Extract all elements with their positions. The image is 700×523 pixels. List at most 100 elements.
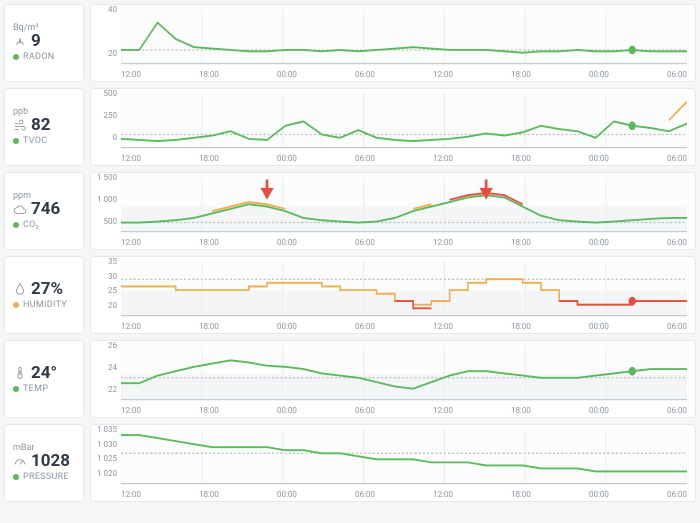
x-axis: 12:0018:0000:0006:0012:0018:0000:0006:00 bbox=[121, 322, 687, 331]
status-dot bbox=[13, 302, 19, 308]
y-tick: 20 bbox=[93, 301, 117, 310]
x-tick: 00:00 bbox=[589, 406, 609, 415]
x-tick: 00:00 bbox=[277, 154, 297, 163]
x-tick: 00:00 bbox=[589, 154, 609, 163]
metric-label: TVOC bbox=[23, 136, 47, 146]
x-tick: 12:00 bbox=[433, 406, 453, 415]
status-dot bbox=[13, 138, 19, 144]
metric-radon[interactable]: Bq/m³9 RADON bbox=[4, 4, 84, 82]
x-tick: 12:00 bbox=[121, 322, 141, 331]
x-tick: 06:00 bbox=[355, 490, 375, 499]
y-tick: 500 bbox=[93, 217, 117, 226]
x-tick: 06:00 bbox=[667, 154, 687, 163]
x-tick: 18:00 bbox=[199, 490, 219, 499]
row-humidity: 27% HUMIDITY 35 30 25 20 12:00 18:00 00:00 06:00 1… bbox=[4, 256, 696, 334]
x-axis: 12:0018:0000:0006:0012:0018:0000:0006:00 bbox=[121, 406, 687, 415]
x-axis: 12:0018:0000:0006:0012:0018:0000:0006:00 bbox=[121, 238, 687, 247]
y-tick: 24 bbox=[93, 363, 117, 372]
x-axis: 12:0018:0000:0006:0012:0018:0000:0006:00 bbox=[121, 70, 687, 79]
chart-radon[interactable]: 402012:0018:0000:0006:0012:0018:0000:000… bbox=[90, 4, 696, 82]
y-tick: 1 000 bbox=[93, 195, 117, 204]
x-tick: 06:00 bbox=[355, 322, 375, 331]
x-tick: 18:00 bbox=[199, 70, 219, 79]
y-tick: 20 bbox=[93, 49, 117, 58]
row-radon: Bq/m³9RADON402012:0018:0000:0006:0012:00… bbox=[4, 4, 696, 82]
row-tvoc: ppb82TVOC500250012:0018:0000:0006:0012:0… bbox=[4, 88, 696, 166]
cloud-icon bbox=[13, 203, 27, 217]
status-dot bbox=[13, 474, 19, 480]
row-pressure: mBar1028PRESSURE 1 035 1 030 1 025 1 020 12:0… bbox=[4, 424, 696, 502]
x-tick: 18:00 bbox=[199, 238, 219, 247]
x-tick: 00:00 bbox=[277, 238, 297, 247]
x-tick: 06:00 bbox=[667, 322, 687, 331]
x-tick: 06:00 bbox=[355, 406, 375, 415]
x-tick: 06:00 bbox=[355, 70, 375, 79]
x-tick: 12:00 bbox=[121, 490, 141, 499]
x-tick: 18:00 bbox=[511, 406, 531, 415]
metric-humidity[interactable]: 27% HUMIDITY bbox=[4, 256, 84, 334]
x-tick: 12:00 bbox=[121, 154, 141, 163]
y-tick: 500 bbox=[93, 89, 117, 98]
drop-icon bbox=[13, 282, 27, 296]
x-tick: 00:00 bbox=[277, 322, 297, 331]
x-tick: 06:00 bbox=[355, 238, 375, 247]
radon-icon bbox=[13, 35, 27, 49]
status-dot bbox=[13, 386, 19, 392]
gauge-icon bbox=[13, 455, 27, 469]
x-tick: 00:00 bbox=[589, 70, 609, 79]
y-tick: 0 bbox=[93, 133, 117, 142]
metric-value: 82 bbox=[31, 117, 51, 134]
y-tick: 35 bbox=[93, 257, 117, 266]
metric-pressure[interactable]: mBar1028PRESSURE bbox=[4, 424, 84, 502]
metric-label: HUMIDITY bbox=[23, 300, 67, 310]
x-tick: 12:00 bbox=[433, 238, 453, 247]
metric-value: 27% bbox=[31, 281, 63, 298]
x-tick: 06:00 bbox=[667, 490, 687, 499]
metric-label: PRESSURE bbox=[23, 472, 69, 482]
x-tick: 18:00 bbox=[511, 490, 531, 499]
metric-label: TEMP bbox=[23, 384, 48, 394]
x-tick: 06:00 bbox=[355, 154, 375, 163]
x-tick: 00:00 bbox=[277, 70, 297, 79]
x-axis: 12:0018:0000:0006:0012:0018:0000:0006:00 bbox=[121, 490, 687, 499]
y-tick: 1 500 bbox=[93, 173, 117, 182]
y-tick: 30 bbox=[93, 272, 117, 281]
wind-icon bbox=[13, 119, 27, 133]
y-tick: 26 bbox=[93, 341, 117, 350]
x-tick: 18:00 bbox=[511, 238, 531, 247]
metric-co2[interactable]: ppm746CO₂ bbox=[4, 172, 84, 250]
metric-tvoc[interactable]: ppb82TVOC bbox=[4, 88, 84, 166]
y-tick: 1 025 bbox=[93, 454, 117, 463]
y-tick: 22 bbox=[93, 385, 117, 394]
x-tick: 18:00 bbox=[511, 322, 531, 331]
x-tick: 12:00 bbox=[433, 70, 453, 79]
x-tick: 18:00 bbox=[511, 154, 531, 163]
x-tick: 06:00 bbox=[667, 70, 687, 79]
metric-unit: Bq/m³ bbox=[13, 24, 75, 33]
metric-value: 9 bbox=[31, 33, 41, 50]
y-tick: 25 bbox=[93, 286, 117, 295]
chart-tvoc[interactable]: 500250012:0018:0000:0006:0012:0018:0000:… bbox=[90, 88, 696, 166]
y-tick: 250 bbox=[93, 111, 117, 120]
status-dot bbox=[13, 222, 19, 228]
status-dot bbox=[13, 54, 19, 60]
x-tick: 00:00 bbox=[277, 490, 297, 499]
chart-temp[interactable]: 26242212:0018:0000:0006:0012:0018:0000:0… bbox=[90, 340, 696, 418]
therm-icon bbox=[13, 366, 27, 380]
x-tick: 00:00 bbox=[589, 238, 609, 247]
chart-pressure[interactable]: 1 035 1 030 1 025 1 020 12:00 18:00 00:00 06:00… bbox=[90, 424, 696, 502]
row-co2: ppm746CO₂ 1 500 1 000 500 12:00 18:00 00:00 06:… bbox=[4, 172, 696, 250]
chart-humidity[interactable]: 3530252012:0018:0000:0006:0012:0018:0000… bbox=[90, 256, 696, 334]
x-tick: 06:00 bbox=[667, 238, 687, 247]
metric-label: CO₂ bbox=[23, 220, 39, 230]
chart-co2[interactable]: 1 5001 00050012:0018:0000:0006:0012:0018… bbox=[90, 172, 696, 250]
x-tick: 00:00 bbox=[589, 322, 609, 331]
metric-label: RADON bbox=[23, 52, 54, 62]
y-tick: 1 035 bbox=[93, 425, 117, 434]
x-tick: 18:00 bbox=[199, 406, 219, 415]
y-tick: 1 030 bbox=[93, 440, 117, 449]
x-tick: 00:00 bbox=[589, 490, 609, 499]
metric-temp[interactable]: 24°TEMP bbox=[4, 340, 84, 418]
y-tick: 1 020 bbox=[93, 469, 117, 478]
x-tick: 18:00 bbox=[199, 322, 219, 331]
